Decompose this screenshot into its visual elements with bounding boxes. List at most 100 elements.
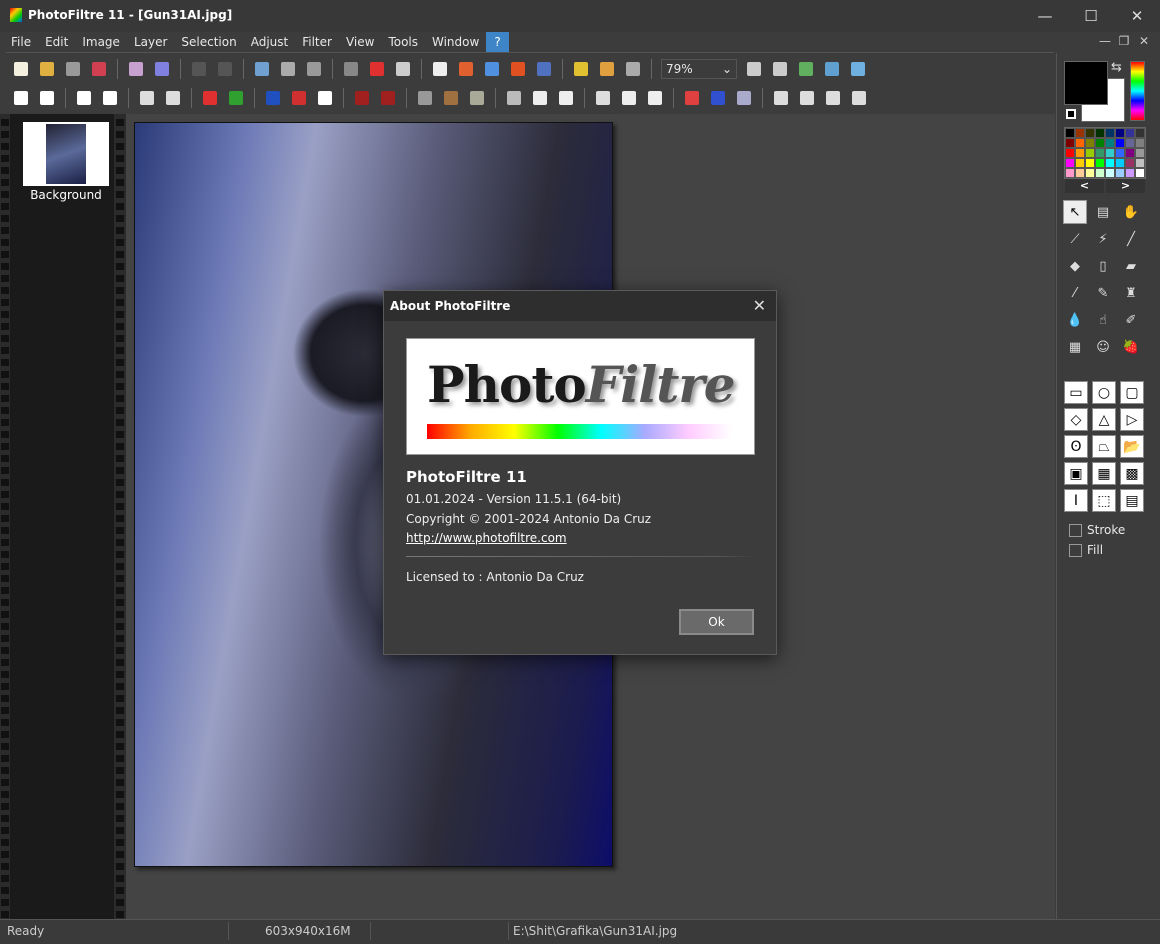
- invert-button[interactable]: [314, 87, 336, 109]
- reset-colors-icon[interactable]: [1066, 109, 1076, 119]
- mosaic-button[interactable]: [440, 87, 462, 109]
- cone-button[interactable]: [618, 87, 640, 109]
- blur-drop-icon[interactable]: 💧: [1063, 308, 1087, 332]
- checkbox-box[interactable]: [1069, 543, 1082, 557]
- brightness-minus-button[interactable]: [10, 87, 32, 109]
- sharpen-button[interactable]: [555, 87, 577, 109]
- swap-colors-icon[interactable]: ⇆: [1111, 60, 1122, 75]
- open-folder-button[interactable]: [36, 58, 58, 80]
- auto-contrast-button[interactable]: [377, 87, 399, 109]
- layer-thumbnail[interactable]: [23, 122, 109, 186]
- palette-swatch[interactable]: [1135, 138, 1145, 148]
- gamma-minus-button[interactable]: [136, 87, 158, 109]
- eraser-icon[interactable]: ▰: [1119, 254, 1143, 278]
- palette-swatch[interactable]: [1135, 148, 1145, 158]
- burst-button[interactable]: [733, 87, 755, 109]
- palette-swatch[interactable]: [1115, 138, 1125, 148]
- contrast-plus-button[interactable]: [99, 87, 121, 109]
- palette-swatch[interactable]: [1135, 168, 1145, 178]
- menu-view[interactable]: View: [339, 32, 381, 52]
- paste-image-button[interactable]: [303, 58, 325, 80]
- palette-swatch[interactable]: [1105, 168, 1115, 178]
- rectangle-icon[interactable]: ▭: [1064, 381, 1088, 404]
- redo-button[interactable]: [214, 58, 236, 80]
- actual-size-button[interactable]: [795, 58, 817, 80]
- menu-layer[interactable]: Layer: [127, 32, 174, 52]
- ok-button[interactable]: Ok: [679, 609, 754, 635]
- palette-swatch[interactable]: [1125, 168, 1135, 178]
- palette-swatch[interactable]: [1125, 138, 1135, 148]
- select-all-icon[interactable]: ▣: [1064, 462, 1088, 485]
- clone-brush-icon[interactable]: ✐: [1119, 308, 1143, 332]
- palette-swatch[interactable]: [1135, 128, 1145, 138]
- palette-swatch[interactable]: [1095, 148, 1105, 158]
- palette-swatch[interactable]: [1125, 148, 1135, 158]
- save-as-button[interactable]: [88, 58, 110, 80]
- fill-bucket-icon[interactable]: ◆: [1063, 254, 1087, 278]
- select-32-icon[interactable]: ▩: [1120, 462, 1144, 485]
- close-button[interactable]: ✕: [1114, 0, 1160, 32]
- image-explorer-button[interactable]: [570, 58, 592, 80]
- selection-tool-icon[interactable]: ▤: [1091, 200, 1115, 224]
- palette-swatch[interactable]: [1105, 148, 1115, 158]
- gradient-button[interactable]: [340, 58, 362, 80]
- palette-swatch[interactable]: [1065, 158, 1075, 168]
- mdi-restore-button[interactable]: ❐: [1115, 34, 1133, 50]
- drop-button[interactable]: [529, 87, 551, 109]
- fullscreen-button[interactable]: [847, 58, 869, 80]
- scan-button[interactable]: [151, 58, 173, 80]
- palette-swatch[interactable]: [1095, 128, 1105, 138]
- gamma-plus-button[interactable]: [162, 87, 184, 109]
- hand-icon[interactable]: ✋: [1119, 200, 1143, 224]
- palette-swatch[interactable]: [1075, 148, 1085, 158]
- load-shape-icon[interactable]: 📂: [1120, 435, 1144, 458]
- crop-button[interactable]: [429, 58, 451, 80]
- undo-button[interactable]: [188, 58, 210, 80]
- palette-swatch[interactable]: [1085, 128, 1095, 138]
- palette-swatch[interactable]: [1075, 158, 1085, 168]
- polygon-icon[interactable]: ⏢: [1092, 435, 1116, 458]
- minimize-button[interactable]: —: [1022, 0, 1068, 32]
- palette-swatch[interactable]: [1075, 138, 1085, 148]
- fit-window-button[interactable]: [821, 58, 843, 80]
- palette-swatch[interactable]: [1115, 158, 1125, 168]
- blue-gradient-button[interactable]: [707, 87, 729, 109]
- magic-wand-icon[interactable]: ⚡: [1091, 227, 1115, 251]
- select-43-icon[interactable]: ▦: [1092, 462, 1116, 485]
- mdi-minimize-button[interactable]: —: [1096, 34, 1114, 50]
- palette-swatch[interactable]: [1075, 168, 1085, 178]
- finger-icon[interactable]: ☝: [1091, 308, 1115, 332]
- transparent-image-button[interactable]: [277, 58, 299, 80]
- palette-swatch[interactable]: [1075, 128, 1085, 138]
- saturation-minus-button[interactable]: [199, 87, 221, 109]
- save-button[interactable]: [62, 58, 84, 80]
- transparency-button[interactable]: [392, 58, 414, 80]
- contrast-minus-button[interactable]: [73, 87, 95, 109]
- foreground-color-swatch[interactable]: [1064, 61, 1108, 105]
- menu-adjust[interactable]: Adjust: [244, 32, 296, 52]
- print-button[interactable]: [125, 58, 147, 80]
- triangle-icon[interactable]: △: [1092, 408, 1116, 431]
- window-selection-icon[interactable]: ▤: [1120, 489, 1144, 512]
- emboss-button[interactable]: [592, 87, 614, 109]
- advanced-brush-icon[interactable]: ✎: [1091, 281, 1115, 305]
- menu-edit[interactable]: Edit: [38, 32, 75, 52]
- new-file-button[interactable]: [10, 58, 32, 80]
- crop-selection-icon[interactable]: ⬚: [1092, 489, 1116, 512]
- color-balance-button[interactable]: [288, 87, 310, 109]
- menu-image[interactable]: Image: [75, 32, 127, 52]
- palette-swatch[interactable]: [1115, 148, 1125, 158]
- maximize-button[interactable]: ☐: [1068, 0, 1114, 32]
- palette-swatch[interactable]: [1085, 158, 1095, 168]
- ellipse-icon[interactable]: ○: [1092, 381, 1116, 404]
- text-button[interactable]: [507, 58, 529, 80]
- color-spectrum[interactable]: [1130, 61, 1145, 121]
- pointer-icon[interactable]: ↖: [1063, 200, 1087, 224]
- flip-horizontal-button[interactable]: [770, 87, 792, 109]
- frame-button[interactable]: [455, 58, 477, 80]
- menu-filter[interactable]: Filter: [295, 32, 339, 52]
- texture-button[interactable]: [466, 87, 488, 109]
- rainbow-gradient-button[interactable]: [681, 87, 703, 109]
- fill-checkbox[interactable]: Fill: [1069, 543, 1103, 557]
- palette-swatch[interactable]: [1065, 148, 1075, 158]
